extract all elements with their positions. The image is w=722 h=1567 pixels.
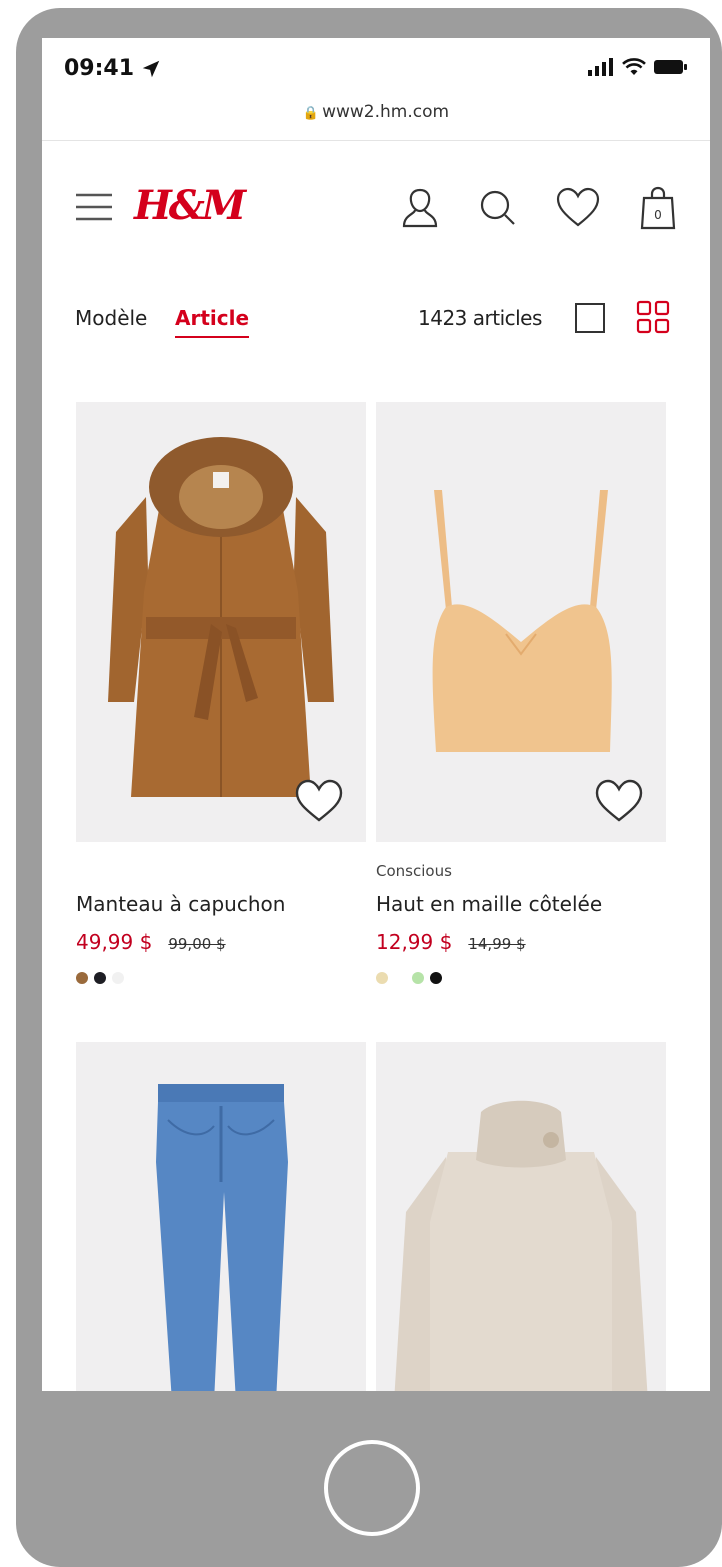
- product-name[interactable]: Manteau à capuchon: [76, 892, 285, 916]
- battery-icon: [654, 60, 687, 74]
- url-text: www2.hm.com: [322, 102, 450, 122]
- original-price: 14,99 $: [468, 935, 526, 953]
- account-icon[interactable]: [396, 184, 444, 232]
- product-tag: Conscious: [376, 862, 452, 880]
- sale-price: 49,99 $: [76, 930, 153, 954]
- cart-count: 0: [654, 208, 662, 222]
- brand-logo[interactable]: H&M: [134, 182, 246, 229]
- product-image-sweater[interactable]: [376, 1042, 666, 1391]
- home-button[interactable]: [324, 1440, 420, 1536]
- browser-divider: [42, 140, 710, 141]
- clock-time: 09:41: [64, 56, 135, 81]
- site-header: H&M 0: [42, 168, 710, 248]
- menu-icon[interactable]: [74, 192, 114, 222]
- original-price: 99,00 $: [168, 935, 226, 953]
- color-swatches: [76, 972, 124, 984]
- lock-icon: 🔒: [302, 106, 320, 121]
- article-count: 1423 articles: [418, 306, 542, 330]
- shopping-bag-icon[interactable]: 0: [634, 184, 682, 232]
- grid-view-icon[interactable]: [636, 300, 670, 334]
- swatch-white[interactable]: [394, 972, 406, 984]
- wifi-icon: [622, 58, 646, 75]
- coat-illustration: [108, 437, 334, 797]
- single-view-icon[interactable]: [574, 302, 606, 334]
- jeans-illustration: [156, 1084, 288, 1391]
- phone-frame: 09:41 🔒 www2.hm.com H&M 0 Modèle Article…: [16, 8, 722, 1567]
- product-image-coat[interactable]: [76, 402, 366, 842]
- product-prices: 49,99 $ 99,00 $: [76, 930, 226, 954]
- search-icon[interactable]: [474, 184, 522, 232]
- location-arrow-icon: [142, 60, 160, 77]
- swatch-brown[interactable]: [76, 972, 88, 984]
- heart-icon[interactable]: [554, 184, 602, 232]
- favorite-heart-icon[interactable]: [294, 778, 344, 824]
- tab-model[interactable]: Modèle: [75, 306, 147, 330]
- swatch-light[interactable]: [112, 972, 124, 984]
- listing-controls: Modèle Article 1423 articles: [42, 288, 710, 348]
- browser-screen: 09:41 🔒 www2.hm.com H&M 0 Modèle Article…: [42, 38, 710, 1391]
- sweater-illustration: [394, 1100, 648, 1391]
- swatch-mint[interactable]: [412, 972, 424, 984]
- status-bar: 09:41 🔒 www2.hm.com: [42, 38, 710, 122]
- swatch-black[interactable]: [430, 972, 442, 984]
- product-name[interactable]: Haut en maille côtelée: [376, 892, 602, 916]
- knit-top-illustration: [432, 490, 612, 752]
- cellular-signal-icon: [588, 58, 613, 76]
- color-swatches: [376, 972, 442, 984]
- address-bar[interactable]: 🔒 www2.hm.com: [42, 102, 710, 122]
- sale-price: 12,99 $: [376, 930, 453, 954]
- product-image-top[interactable]: [376, 402, 666, 842]
- product-image-jeans[interactable]: [76, 1042, 366, 1391]
- status-icons: [588, 58, 688, 76]
- swatch-navy[interactable]: [94, 972, 106, 984]
- clock: 09:41: [64, 56, 162, 81]
- tab-article[interactable]: Article: [175, 306, 250, 338]
- favorite-heart-icon[interactable]: [594, 778, 644, 824]
- swatch-beige[interactable]: [376, 972, 388, 984]
- product-prices: 12,99 $ 14,99 $: [376, 930, 526, 954]
